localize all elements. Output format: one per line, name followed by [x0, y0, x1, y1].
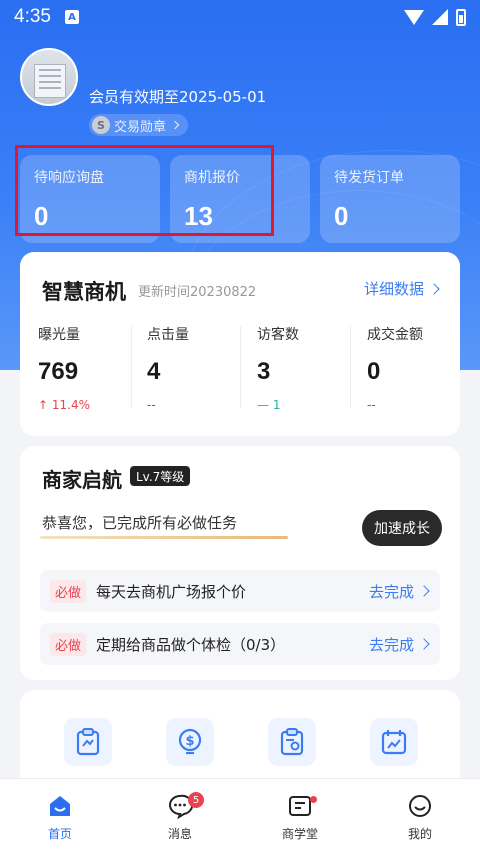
medal-icon: S [92, 116, 110, 134]
avatar[interactable] [20, 48, 78, 106]
task-progress-bar [40, 536, 288, 539]
idea-dollar-icon[interactable]: $ [166, 718, 214, 766]
smart-title: 智慧商机 [42, 280, 126, 304]
battery-icon [456, 8, 466, 26]
nav-home[interactable]: 首页 [0, 779, 120, 853]
nav-messages[interactable]: 5 消息 [120, 779, 240, 853]
merchant-launch-card: 商家启航 Lv.7等级 恭喜您，已完成所有必做任务 加速成长 必做 每天去商机广… [20, 446, 460, 680]
calendar-chart-icon[interactable] [370, 718, 418, 766]
signal-icon [432, 9, 448, 25]
task-text: 定期给商品做个体检（0/3） [96, 635, 286, 654]
congrats-text: 恭喜您，已完成所有必做任务 [42, 514, 238, 532]
home-icon [50, 796, 70, 816]
go-complete-label: 去完成 [368, 635, 414, 654]
level-badge: Lv.7等级 [130, 466, 191, 486]
medal-label: 交易勋章 [114, 119, 167, 135]
chevron-right-icon [170, 120, 180, 130]
nav-label: 我的 [407, 827, 432, 841]
go-complete-link[interactable]: 去完成 [368, 581, 430, 602]
nav-label: 首页 [47, 827, 72, 841]
nav-mine[interactable]: 我的 [360, 779, 480, 853]
merchant-title: 商家启航 [42, 468, 122, 492]
accelerate-growth-button[interactable]: 加速成长 [362, 510, 442, 546]
required-tag: 必做 [50, 632, 87, 656]
notification-icon: A [64, 10, 79, 24]
chevron-right-icon [418, 638, 430, 650]
metric-change-value: 1 [272, 398, 281, 412]
detail-link-label: 详细数据 [363, 280, 424, 298]
update-time: 更新时间20230822 [138, 285, 257, 300]
wifi-icon [404, 9, 424, 25]
task-text: 每天去商机广场报个价 [96, 582, 247, 601]
tools-card: $ [20, 690, 460, 790]
smile-icon [409, 795, 431, 817]
status-time: 4:35 [14, 6, 51, 27]
nav-label: 消息 [167, 827, 192, 841]
required-tag: 必做 [50, 579, 87, 603]
arrow-up-icon: ↑ [38, 398, 49, 412]
task-item[interactable]: 必做 定期给商品做个体检（0/3） 去完成 [40, 623, 440, 665]
new-dot [310, 796, 317, 803]
metric-label: 成交金额 [367, 327, 423, 343]
svg-text:$: $ [185, 734, 194, 749]
detail-data-link[interactable]: 详细数据 [363, 278, 440, 299]
stat-label: 待发货订单 [334, 170, 404, 186]
bottom-nav: 首页 5 消息 商学堂 我的 [0, 778, 480, 853]
status-bar: 4:35 A [0, 0, 480, 34]
message-badge: 5 [188, 792, 204, 808]
stat-value: 0 [334, 201, 349, 231]
nav-label: 商学堂 [281, 827, 318, 841]
member-expiry: 会员有效期至2025-05-01 [89, 88, 267, 106]
nav-school[interactable]: 商学堂 [240, 779, 360, 853]
metric-value: 0 [367, 358, 381, 385]
settings-clipboard-icon[interactable] [268, 718, 316, 766]
chevron-right-icon [418, 585, 430, 597]
task-item[interactable]: 必做 每天去商机广场报个价 去完成 [40, 570, 440, 612]
smart-business-card: 智慧商机 更新时间20230822 详细数据 曝光量 769 ↑ 11.4% 点… [20, 252, 460, 436]
highlight-annotation-box [15, 145, 274, 236]
metric-change-value: -- [367, 398, 376, 412]
go-complete-link[interactable]: 去完成 [368, 634, 430, 655]
chevron-right-icon [428, 282, 440, 295]
trade-medal-link[interactable]: S 交易勋章 [89, 114, 189, 136]
clipboard-icon[interactable] [64, 718, 112, 766]
go-complete-label: 去完成 [368, 582, 414, 601]
metric-turnover[interactable]: 成交金额 0 -- [367, 324, 477, 412]
school-icon [289, 796, 311, 816]
metric-change-value: 11.4% [51, 398, 91, 412]
stat-card-orders[interactable]: 待发货订单 0 [320, 155, 460, 243]
flat-dash-icon: — [257, 398, 269, 412]
